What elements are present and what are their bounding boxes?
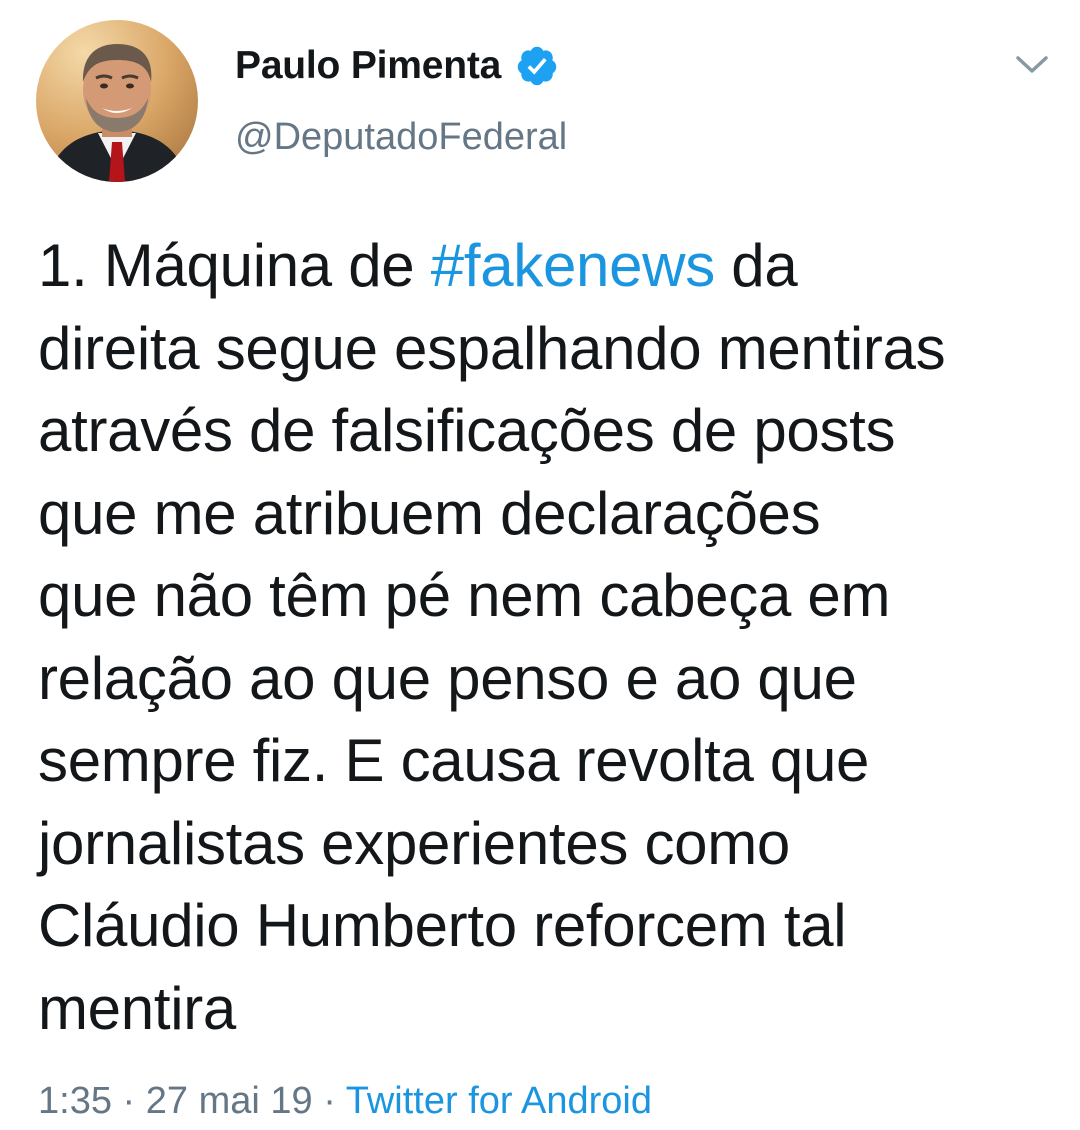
tweet-source-link[interactable]: Twitter for Android: [346, 1080, 652, 1122]
author-avatar[interactable]: [36, 20, 198, 182]
tweet-text-line: direita segue espalhando mentiras: [38, 314, 946, 382]
tweet-text-line: através de falsificações de posts: [38, 397, 896, 464]
tweet-text-segment: 1. Máquina de: [38, 232, 431, 299]
tweet-text-line: relação ao que penso e ao que: [38, 644, 857, 712]
meta-separator: ·: [111, 1080, 146, 1122]
tweet-text-line: jornalistas experientes como: [38, 809, 790, 877]
tweet-text-line: mentira: [38, 974, 236, 1042]
tweet-time[interactable]: 1:35: [38, 1080, 112, 1122]
tweet-body: 1. Máquina de #fakenews da direita segue…: [38, 225, 1058, 1050]
tweet-date[interactable]: 27 mai 19: [146, 1080, 313, 1122]
avatar-photo-icon: [36, 20, 198, 182]
tweet-text-line: sempre fiz. E causa revolta que: [38, 727, 870, 794]
author-name-row[interactable]: Paulo Pimenta: [235, 40, 559, 92]
tweet-text-line: que não têm pé nem cabeça em: [38, 562, 891, 629]
author-display-name[interactable]: Paulo Pimenta: [235, 44, 501, 88]
tweet-menu-button[interactable]: [1008, 44, 1056, 84]
author-handle[interactable]: @DeputadoFederal: [235, 116, 567, 159]
hashtag-link[interactable]: #fakenews: [431, 232, 715, 299]
verified-badge-icon: [515, 44, 559, 88]
tweet-text-line: que me atribuem declarações: [38, 479, 821, 547]
chevron-down-icon: [1016, 56, 1048, 73]
meta-separator: ·: [312, 1080, 346, 1122]
tweet-text-segment: da: [714, 232, 798, 299]
tweet-text-line: Cláudio Humberto reforcem tal: [38, 892, 847, 959]
tweet-text-line: 1. Máquina de #fakenews da: [38, 225, 1058, 308]
tweet-metadata: 1:35 · 27 mai 19 · Twitter for Android: [38, 1080, 652, 1123]
tweet-card: Paulo Pimenta @DeputadoFederal 1. Máquin…: [0, 0, 1080, 1130]
